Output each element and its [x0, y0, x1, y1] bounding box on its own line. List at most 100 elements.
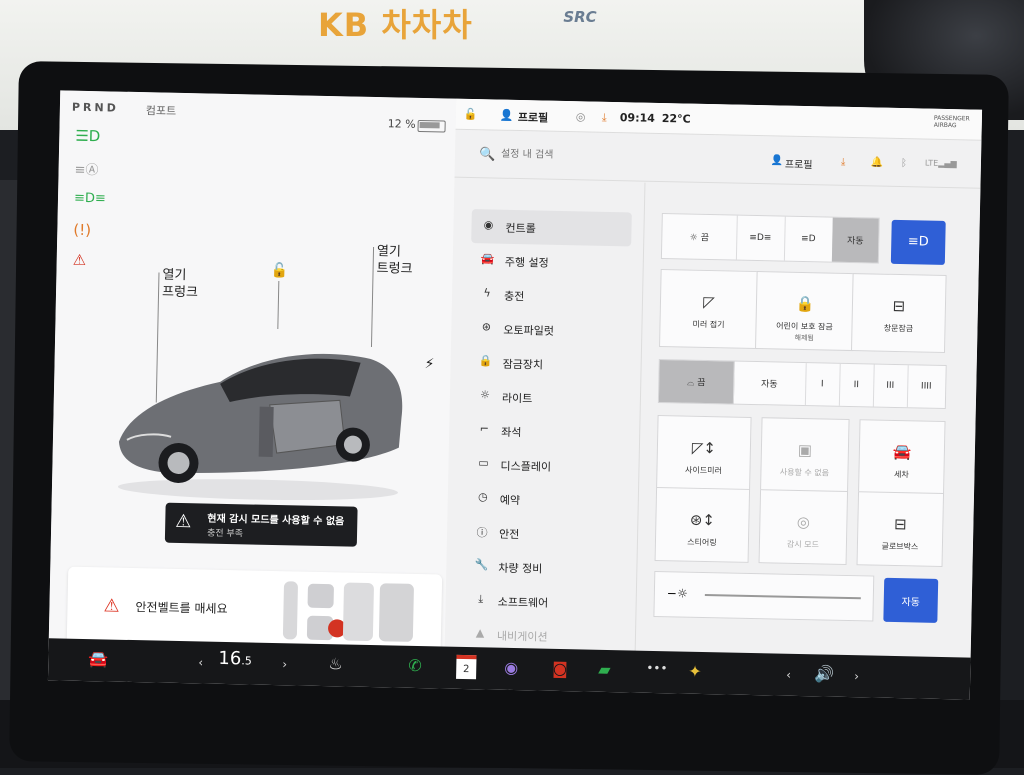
side-mirror-button[interactable]: ◸↕ 사이드미러 — [656, 414, 752, 491]
toggle-icon: ◉ — [483, 218, 494, 232]
seat-heater-icon[interactable]: ♨ — [328, 654, 343, 673]
brightness-icon: −☼ — [666, 586, 688, 601]
temp-down-chevron-icon[interactable]: ‹ — [198, 655, 203, 669]
sentry-icon[interactable]: ◎ — [576, 110, 586, 123]
bluetooth-icon[interactable]: ᛒ — [901, 158, 907, 169]
touchscreen: PRND 컴포트 12 % ☰D ≡Ⓐ ≡D≡ (!) ⚠ 열기 프렁크 열기 … — [47, 90, 983, 700]
glovebox-button[interactable]: ⊟ 글로브박스 — [856, 491, 945, 567]
high-beam-button[interactable]: ≡D — [890, 219, 946, 265]
alert-title: 현재 감시 모드를 사용할 수 없음 — [207, 513, 345, 528]
alert-subtitle: 충전 부족 — [206, 528, 244, 540]
trunk-label-line1: 열기 — [376, 244, 402, 260]
nav-item-locks[interactable]: 🔒 잠금장치 — [468, 345, 629, 382]
seatbelt-warning-icon: ⚠ — [72, 250, 87, 269]
info-icon: ⓘ — [476, 526, 488, 540]
wipers-off-segment[interactable]: ⌓ 끔 — [658, 360, 735, 404]
brightness-auto-button[interactable]: 자동 — [883, 577, 939, 623]
volume-up-chevron-icon[interactable]: › — [854, 669, 859, 683]
unavailable-button[interactable]: ▣ 사용할 수 없음 — [760, 417, 850, 493]
warning-triangle-icon: ⚠ — [175, 510, 192, 533]
download-icon[interactable]: ⤓ — [602, 111, 607, 125]
nav-item-driving[interactable]: 🚘 주행 설정 — [470, 243, 631, 280]
nav-item-safety[interactable]: ⓘ 안전 — [465, 515, 626, 552]
nav-item-autopilot[interactable]: ⊛ 오토파일럿 — [469, 311, 630, 348]
nav-item-display[interactable]: ▭ 디스플레이 — [466, 447, 627, 484]
nav-item-lights[interactable]: ☼ 라이트 — [468, 379, 629, 416]
temp-up-chevron-icon[interactable]: › — [282, 657, 287, 671]
parking-lights-segment[interactable]: ≡D≡ — [735, 215, 786, 261]
seatbelt-message: 안전벨트를 매세요 — [135, 600, 228, 617]
volume-icon[interactable]: 🔊 — [814, 664, 834, 683]
parking-lights-icon: ≡D≡ — [749, 232, 772, 244]
sentry-mode-button[interactable]: ◎ 감시 모드 — [758, 489, 849, 565]
sun-icon: ☼ — [689, 233, 701, 244]
nav-item-seats[interactable]: ⌐ 좌석 — [467, 413, 628, 450]
low-beam-icon: ☰D — [75, 126, 101, 146]
volume-down-chevron-icon[interactable]: ‹ — [786, 668, 791, 682]
wipers-speed-2-segment[interactable]: II — [838, 363, 875, 407]
calendar-icon[interactable]: 2 — [456, 654, 477, 680]
nav-item-software[interactable]: ⤓ 소프트웨어 — [463, 583, 624, 620]
toybox-icon[interactable]: ✦ — [688, 662, 702, 681]
car-icon[interactable]: 🚘 — [88, 649, 108, 668]
search-input[interactable] — [498, 147, 684, 165]
media-icon[interactable]: ◉ — [504, 658, 518, 677]
wipers-speed-3-segment[interactable]: III — [872, 364, 909, 408]
car-wash-button[interactable]: 🚘 세차 — [858, 419, 946, 496]
lock-status-icon[interactable]: 🔓 — [464, 108, 478, 121]
steering-adjust-button[interactable]: ⊛↕ 스티어링 — [654, 486, 751, 563]
child-lock-button[interactable]: 🔒 어린이 보호 잠금 해제됨 — [755, 271, 855, 352]
wall-brand-text: KB 차차차 — [318, 6, 473, 44]
steering-wheel-icon: ⊛↕ — [689, 510, 716, 530]
fold-mirrors-button[interactable]: ◸ 미러 접기 — [659, 269, 759, 350]
navigation-icon: ▲ — [475, 626, 485, 640]
clock-icon: ◷ — [477, 490, 488, 504]
trunk-label-line2: 트렁크 — [376, 261, 413, 277]
profile-label[interactable]: 프로필 — [518, 109, 549, 126]
search-icon: 🔍 — [478, 147, 496, 163]
profile-icon[interactable]: 👤 — [500, 109, 514, 122]
profile-button[interactable]: 프로필 — [785, 156, 813, 172]
bell-icon[interactable]: 🔔 — [871, 157, 884, 168]
dashcam-icon: ▣ — [797, 440, 813, 460]
car-wash-icon: 🚘 — [892, 442, 912, 462]
low-beam-icon: ≡D — [800, 233, 816, 245]
more-apps-icon[interactable]: ••• — [646, 661, 668, 675]
low-beam-segment[interactable]: ≡D — [783, 216, 834, 262]
clock: 09:14 — [619, 111, 655, 125]
tire-pressure-icon: (!) — [73, 220, 92, 240]
high-beam-icon: ≡D — [907, 234, 929, 250]
wall-brand-logo: SRC — [563, 8, 597, 26]
brightness-slider[interactable]: −☼ — [653, 570, 875, 622]
headlight-selector: ☼ 끔 ≡D≡ ≡D 자동 — [660, 213, 880, 264]
drive-mode[interactable]: 컴포트 — [146, 102, 177, 119]
nav-item-service[interactable]: 🔧 차량 정비 — [464, 549, 625, 586]
nav-item-charging[interactable]: ϟ 충전 — [470, 277, 631, 314]
window-lock-button[interactable]: ⊟ 창문잠금 — [850, 273, 947, 353]
nav-item-controls[interactable]: ◉ 컨트롤 — [471, 209, 632, 247]
outside-temperature: 22°C — [661, 112, 691, 126]
bolt-icon: ϟ — [483, 286, 491, 300]
steering-wheel-icon: ⊛ — [481, 320, 492, 334]
car-icon: 🚘 — [480, 252, 495, 266]
profile-icon[interactable]: 👤 — [771, 155, 784, 166]
open-trunk-button[interactable]: 열기 트렁크 — [376, 243, 413, 278]
lights-off-segment[interactable]: ☼ 끔 — [661, 214, 738, 260]
wipers-speed-1-segment[interactable]: I — [804, 363, 841, 406]
open-frunk-button[interactable]: 열기 프렁크 — [162, 267, 199, 302]
wipers-auto-segment[interactable]: 자동 — [732, 361, 807, 406]
cabin-temperature[interactable]: 16.5 — [218, 648, 252, 670]
download-icon[interactable]: ⤓ — [841, 157, 846, 168]
frunk-label-line1: 열기 — [162, 267, 187, 284]
car-status-panel: PRND 컴포트 12 % ☰D ≡Ⓐ ≡D≡ (!) ⚠ 열기 프렁크 열기 … — [48, 90, 457, 653]
unlock-icon[interactable]: 🔓 — [270, 263, 288, 279]
wipers-speed-4-segment[interactable]: IIII — [907, 365, 946, 408]
window-lock-icon: ⊟ — [892, 296, 906, 316]
phone-icon[interactable]: ✆ — [408, 656, 422, 675]
charge-port-bolt-icon[interactable]: ⚡ — [424, 356, 434, 372]
nav-item-schedule[interactable]: ◷ 예약 — [465, 481, 626, 518]
seat-occupancy-diagram — [282, 581, 414, 642]
lights-auto-segment[interactable]: 자동 — [831, 217, 879, 263]
energy-app-icon[interactable]: ▰ — [598, 660, 611, 679]
dashcam-icon[interactable]: ◙ — [552, 659, 568, 678]
